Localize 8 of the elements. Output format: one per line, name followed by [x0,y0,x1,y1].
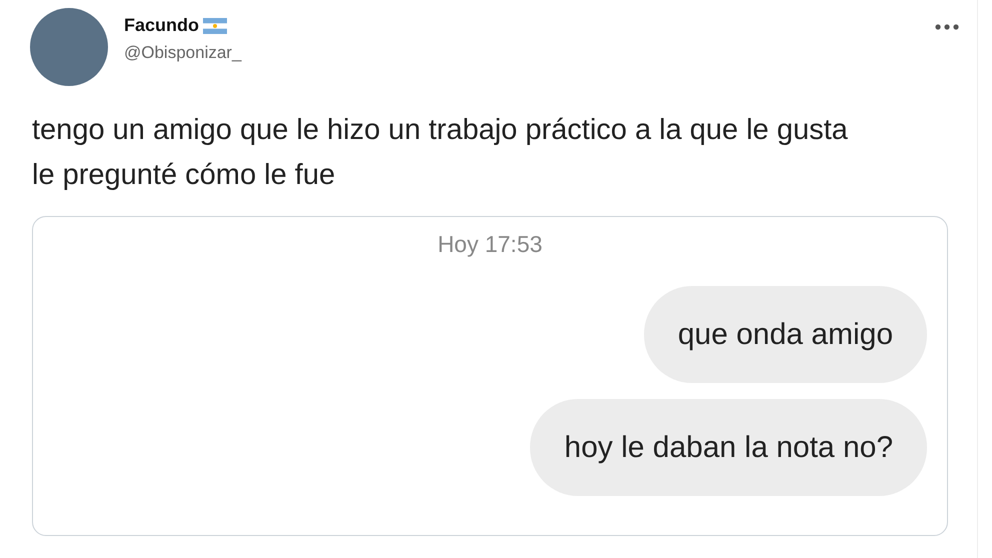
message-bubble: hoy le daban la nota no? [530,398,927,496]
tweet-text: tengo un amigo que le hizo un trabajo práctico a la que le gusta le pregunté cómo le fue [32,113,849,193]
message-bubble: que onda amigo [644,286,927,382]
author-name: Facundo [124,16,199,36]
chat-timestamp: Hoy 17:53 [438,230,542,259]
flag-icon [203,18,227,34]
author-handle: @Obisponizar_ [124,42,242,64]
more-icon[interactable] [935,24,959,30]
